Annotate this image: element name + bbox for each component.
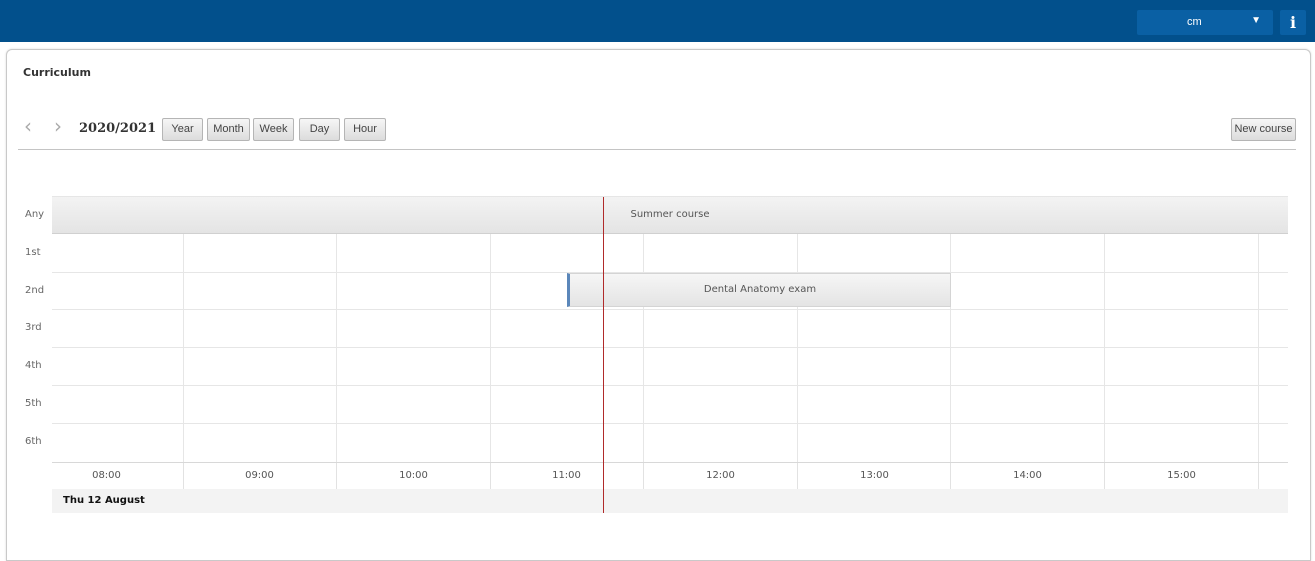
row-label-2nd: 2nd — [25, 285, 45, 296]
time-label: 13:00 — [860, 470, 889, 481]
row-label-3rd: 3rd — [25, 322, 42, 333]
row-label-5th: 5th — [25, 398, 42, 409]
view-month-button[interactable]: Month — [207, 118, 250, 141]
row-label-any: Any — [25, 209, 45, 220]
grid-row-line — [52, 385, 1288, 386]
event-dental-anatomy-exam[interactable]: Dental Anatomy exam — [567, 273, 951, 307]
user-select[interactable]: cm ▼ — [1137, 10, 1273, 35]
grid-row-line — [52, 423, 1288, 424]
chevron-left-icon[interactable]: ‹ — [24, 116, 32, 136]
time-label: 14:00 — [1013, 470, 1042, 481]
time-label: 10:00 — [399, 470, 428, 481]
row-label-1st: 1st — [25, 247, 41, 258]
view-hour-button[interactable]: Hour — [344, 118, 386, 141]
time-axis: 08:00 09:00 10:00 11:00 12:00 13:00 14:0… — [52, 462, 1288, 489]
current-time-indicator — [603, 197, 604, 513]
time-label: 12:00 — [706, 470, 735, 481]
year-label: 2020/2021 — [79, 121, 157, 136]
day-label: Thu 12 August — [63, 495, 145, 506]
top-bar — [0, 0, 1315, 42]
new-course-button[interactable]: New course — [1231, 118, 1296, 141]
row-label-4th: 4th — [25, 360, 42, 371]
time-label: 09:00 — [245, 470, 274, 481]
row-label-6th: 6th — [25, 436, 42, 447]
view-year-button[interactable]: Year — [162, 118, 203, 141]
caret-down-icon: ▼ — [1251, 15, 1261, 26]
event-summer-course[interactable]: Summer course — [52, 197, 1288, 234]
grid-row-line — [52, 347, 1288, 348]
time-label: 15:00 — [1167, 470, 1196, 481]
chevron-right-icon[interactable]: › — [54, 116, 62, 136]
day-row — [52, 489, 1288, 513]
info-button[interactable]: i — [1280, 10, 1306, 35]
view-week-button[interactable]: Week — [253, 118, 294, 141]
time-separator — [1258, 463, 1259, 489]
toolbar-divider — [18, 149, 1296, 150]
calendar-grid — [52, 196, 1288, 462]
user-select-value: cm — [1187, 16, 1202, 28]
page-title: Curriculum — [23, 66, 91, 79]
time-label: 08:00 — [92, 470, 121, 481]
view-day-button[interactable]: Day — [299, 118, 340, 141]
time-label: 11:00 — [552, 470, 581, 481]
grid-row-line — [52, 309, 1288, 310]
